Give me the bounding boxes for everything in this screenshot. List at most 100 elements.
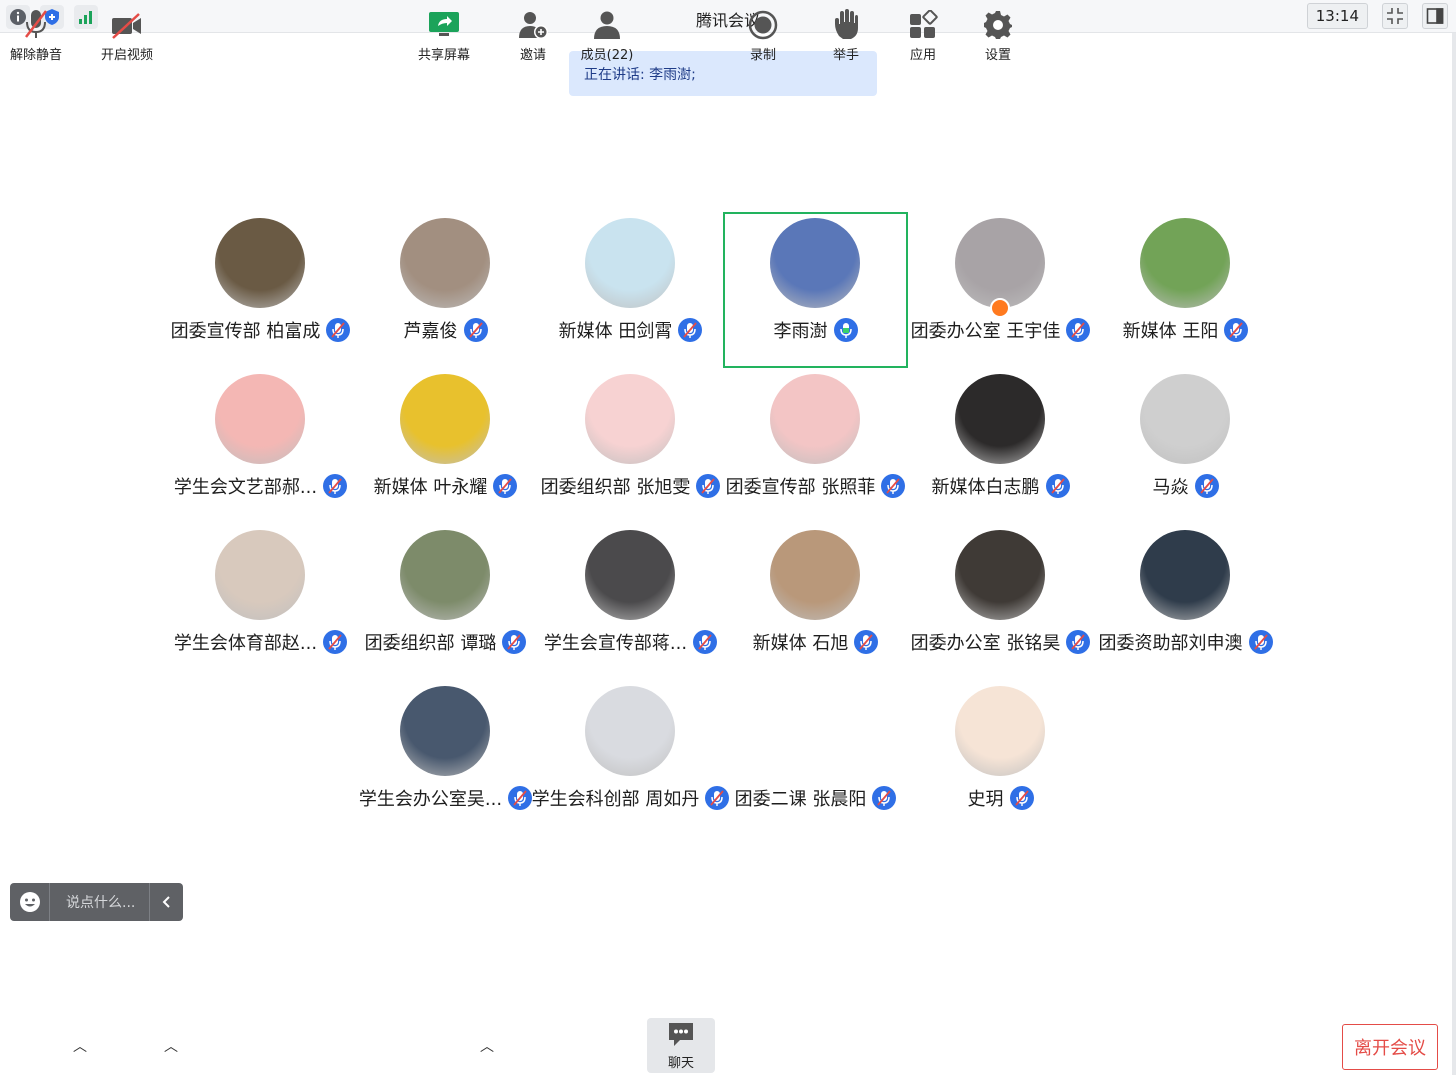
- chat-bubble-icon: [666, 1018, 696, 1048]
- participant-tile[interactable]: 团委办公室 王宇佳: [908, 212, 1093, 368]
- avatar: [955, 374, 1045, 464]
- mic-muted-icon: [323, 474, 348, 498]
- avatar: [1140, 218, 1230, 308]
- participant-tile[interactable]: 团委组织部 张旭雯: [538, 368, 723, 524]
- participant-name-row: 新媒体 田剑霄: [538, 317, 723, 343]
- participant-tile[interactable]: 史玥: [908, 680, 1093, 836]
- participant-name: 马焱: [1152, 477, 1189, 498]
- participant-name: 新媒体 石旭: [752, 633, 849, 654]
- mic-muted-icon: [21, 6, 51, 40]
- participant-name: 学生会办公室吴...: [358, 789, 503, 810]
- participant-tile[interactable]: 团委宣传部 柏富成: [168, 212, 353, 368]
- participant-tile[interactable]: 学生会宣传部蒋...: [538, 524, 723, 680]
- add-user-icon: [517, 6, 549, 40]
- mic-muted-icon: [502, 630, 527, 654]
- right-edge-scrollbar[interactable]: [1452, 33, 1456, 1075]
- avatar: [1140, 530, 1230, 620]
- participant-tile[interactable]: 团委资助部刘申澳: [1093, 524, 1278, 680]
- participant-name-row: 芦嘉俊: [353, 317, 538, 343]
- mic-muted-icon: [463, 318, 488, 342]
- record-button[interactable]: 录制: [745, 6, 781, 64]
- share-options-chevron-icon[interactable]: ︿: [480, 1036, 494, 1056]
- avatar: [955, 530, 1045, 620]
- members-button[interactable]: 成员(22): [578, 6, 636, 64]
- members-icon: [592, 6, 622, 40]
- mic-muted-icon: [1224, 318, 1249, 342]
- chat-placeholder[interactable]: 说点什么...: [50, 892, 149, 912]
- chat-button[interactable]: 聊天: [647, 1018, 715, 1073]
- avatar: [770, 530, 860, 620]
- participant-name: 史玥: [967, 789, 1004, 810]
- mic-muted-icon: [323, 630, 348, 654]
- participant-name: 学生会科创部 周如丹: [531, 789, 700, 810]
- participant-tile[interactable]: 新媒体白志鹏: [908, 368, 1093, 524]
- participant-tile[interactable]: 新媒体 叶永耀: [353, 368, 538, 524]
- avatar: [400, 686, 490, 776]
- participant-name: 芦嘉俊: [403, 321, 458, 342]
- avatar: [215, 374, 305, 464]
- collapse-chevron-icon[interactable]: [149, 883, 183, 921]
- participant-name-row: 团委办公室 张铭昊: [908, 629, 1093, 655]
- raise-hand-button[interactable]: 举手: [830, 6, 862, 64]
- emoji-icon[interactable]: [10, 883, 50, 921]
- mic-muted-icon: [493, 474, 518, 498]
- participant-tile[interactable]: 团委办公室 张铭昊: [908, 524, 1093, 680]
- participant-name: 团委宣传部 柏富成: [170, 321, 321, 342]
- participant-tile[interactable]: 李雨澍: [723, 212, 908, 368]
- participant-name-row: 团委二课 张晨阳: [723, 785, 908, 811]
- participant-name-row: 史玥: [908, 785, 1093, 811]
- avatar: [400, 218, 490, 308]
- participant-tile[interactable]: 学生会科创部 周如丹: [532, 680, 730, 836]
- participant-name: 学生会宣传部蒋...: [543, 633, 688, 654]
- avatar: [585, 218, 675, 308]
- participant-tile[interactable]: 团委二课 张晨阳: [723, 680, 908, 836]
- start-video-button[interactable]: 开启视频: [98, 6, 156, 64]
- leave-meeting-button[interactable]: 离开会议: [1342, 1024, 1438, 1070]
- participant-tile[interactable]: 学生会体育部赵...: [168, 524, 353, 680]
- participant-tile[interactable]: 马焱: [1093, 368, 1278, 524]
- participant-tile[interactable]: 学生会文艺部郝...: [168, 368, 353, 524]
- participant-name: 团委宣传部 张照菲: [725, 477, 876, 498]
- participant-tile[interactable]: 新媒体 石旭: [723, 524, 908, 680]
- title-bar: 腾讯会议 13:14: [0, 0, 1456, 33]
- audio-options-chevron-icon[interactable]: ︿: [73, 1036, 87, 1056]
- participant-tile[interactable]: 新媒体 田剑霄: [538, 212, 723, 368]
- share-screen-button[interactable]: 共享屏幕: [414, 6, 474, 64]
- mic-muted-icon: [678, 318, 703, 342]
- mic-muted-icon: [326, 318, 351, 342]
- settings-button[interactable]: 设置: [982, 6, 1014, 64]
- video-options-chevron-icon[interactable]: ︿: [164, 1036, 178, 1056]
- camera-off-icon: [110, 6, 144, 40]
- participant-name: 团委资助部刘申澳: [1098, 633, 1243, 654]
- participant-tile[interactable]: 团委宣传部 张照菲: [723, 368, 908, 524]
- avatar: [400, 374, 490, 464]
- chat-quick-input[interactable]: 说点什么...: [10, 883, 183, 921]
- participant-tile[interactable]: 学生会办公室吴...: [353, 680, 538, 836]
- window-title: 腾讯会议: [695, 11, 760, 30]
- unmute-button[interactable]: 解除静音: [8, 6, 64, 64]
- participant-tile[interactable]: 新媒体 王阳: [1093, 212, 1278, 368]
- participant-name: 新媒体 王阳: [1122, 321, 1219, 342]
- participant-name-row: 学生会宣传部蒋...: [538, 629, 723, 655]
- participant-name: 新媒体白志鹏: [931, 477, 1040, 498]
- apps-button[interactable]: 应用: [906, 6, 940, 64]
- participant-name-row: 团委资助部刘申澳: [1093, 629, 1278, 655]
- participant-name-row: 学生会体育部赵...: [168, 629, 353, 655]
- participant-name-row: 李雨澍: [725, 317, 906, 343]
- mic-muted-icon: [1045, 474, 1070, 498]
- participant-name-row: 团委宣传部 柏富成: [168, 317, 353, 343]
- invite-button[interactable]: 邀请: [513, 6, 553, 64]
- sidebar-toggle-icon[interactable]: [1422, 3, 1448, 29]
- participant-name-row: 学生会文艺部郝...: [168, 473, 353, 499]
- avatar: [770, 686, 860, 776]
- mic-muted-icon: [1009, 786, 1034, 810]
- mic-muted-icon: [872, 786, 897, 810]
- exit-fullscreen-icon[interactable]: [1382, 3, 1408, 29]
- participant-name: 学生会体育部赵...: [173, 633, 318, 654]
- participant-tile[interactable]: 团委组织部 谭璐: [353, 524, 538, 680]
- participant-name: 团委组织部 张旭雯: [540, 477, 691, 498]
- participant-name: 团委二课 张晨阳: [734, 789, 867, 810]
- avatar: [955, 218, 1045, 308]
- participant-tile[interactable]: 芦嘉俊: [353, 212, 538, 368]
- participant-name: 李雨澍: [773, 321, 828, 342]
